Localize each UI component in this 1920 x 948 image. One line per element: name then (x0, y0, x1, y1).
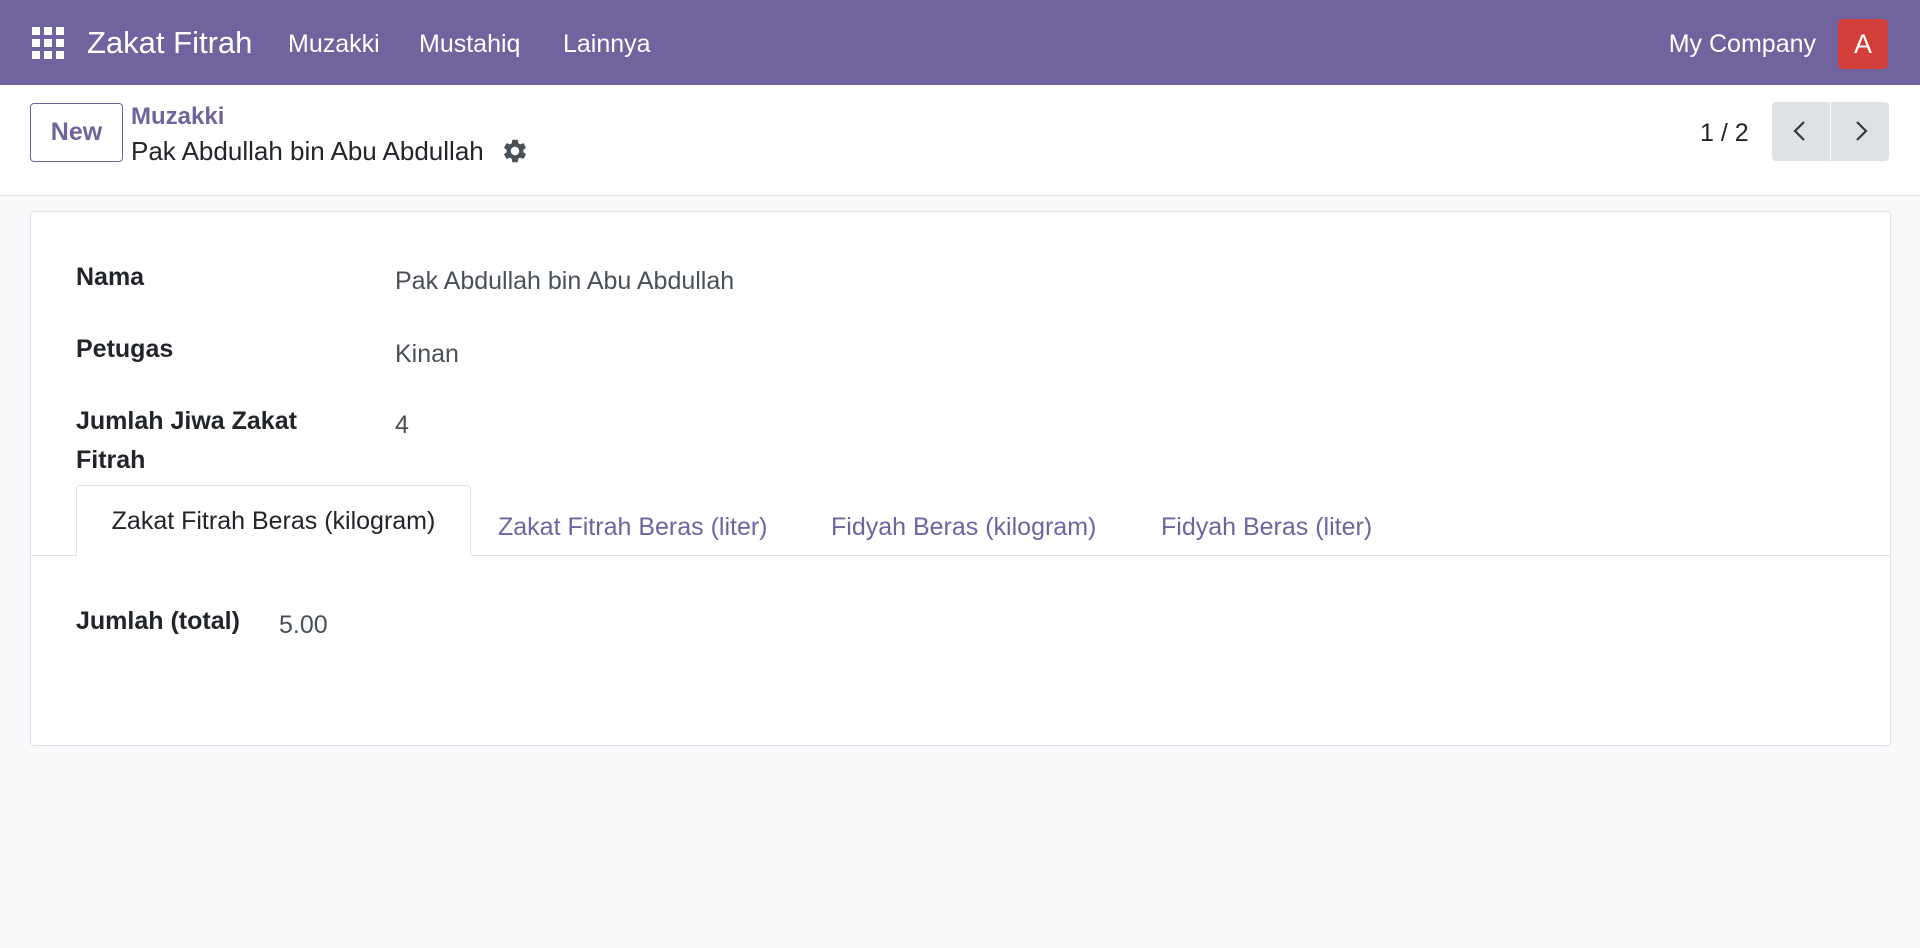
breadcrumb-muzakki[interactable]: Muzakki (131, 103, 224, 131)
menu-item-lainnya[interactable]: Lainnya (563, 29, 651, 59)
pager-next-button[interactable] (1831, 102, 1889, 161)
top-navbar: Zakat Fitrah Muzakki Mustahiq Lainnya My… (0, 0, 1920, 85)
field-label-jumlah-jiwa: Jumlah Jiwa Zakat Fitrah (76, 407, 297, 474)
field-label-nama: Nama (76, 263, 145, 291)
tab-zakat-fitrah-liter[interactable]: Zakat Fitrah Beras (liter) (498, 499, 768, 556)
tab-zakat-fitrah-kilogram[interactable]: Zakat Fitrah Beras (kilogram) (76, 485, 471, 556)
field-value-petugas[interactable]: Kinan (395, 338, 459, 370)
app-title[interactable]: Zakat Fitrah (87, 25, 252, 61)
pager-previous-button[interactable] (1772, 102, 1830, 161)
tab-fidyah-kilogram[interactable]: Fidyah Beras (kilogram) (831, 499, 1096, 556)
field-label-jumlah-total: Jumlah (total) (76, 607, 240, 635)
control-panel: New Muzakki Pak Abdullah bin Abu Abdulla… (0, 85, 1920, 196)
new-button[interactable]: New (30, 103, 123, 162)
field-value-jumlah-jiwa[interactable]: 4 (395, 409, 409, 441)
company-switcher[interactable]: My Company (1669, 29, 1816, 59)
menu-item-mustahiq[interactable]: Mustahiq (419, 29, 520, 59)
field-value-jumlah-total[interactable]: 5.00 (279, 609, 328, 641)
apps-grid-icon[interactable] (32, 27, 64, 59)
record-title: Pak Abdullah bin Abu Abdullah (131, 136, 484, 166)
gear-icon[interactable] (501, 137, 529, 165)
notebook-tabs: Zakat Fitrah Beras (kilogram) Zakat Fitr… (31, 485, 1890, 556)
pager-value[interactable]: 1 / 2 (1700, 118, 1749, 148)
field-value-nama[interactable]: Pak Abdullah bin Abu Abdullah (395, 265, 734, 297)
field-label-petugas: Petugas (76, 335, 174, 363)
tab-fidyah-liter[interactable]: Fidyah Beras (liter) (1161, 499, 1372, 556)
form-sheet: Nama Pak Abdullah bin Abu Abdullah Petug… (30, 211, 1891, 746)
user-avatar[interactable]: A (1838, 19, 1888, 69)
menu-item-muzakki[interactable]: Muzakki (288, 29, 380, 59)
